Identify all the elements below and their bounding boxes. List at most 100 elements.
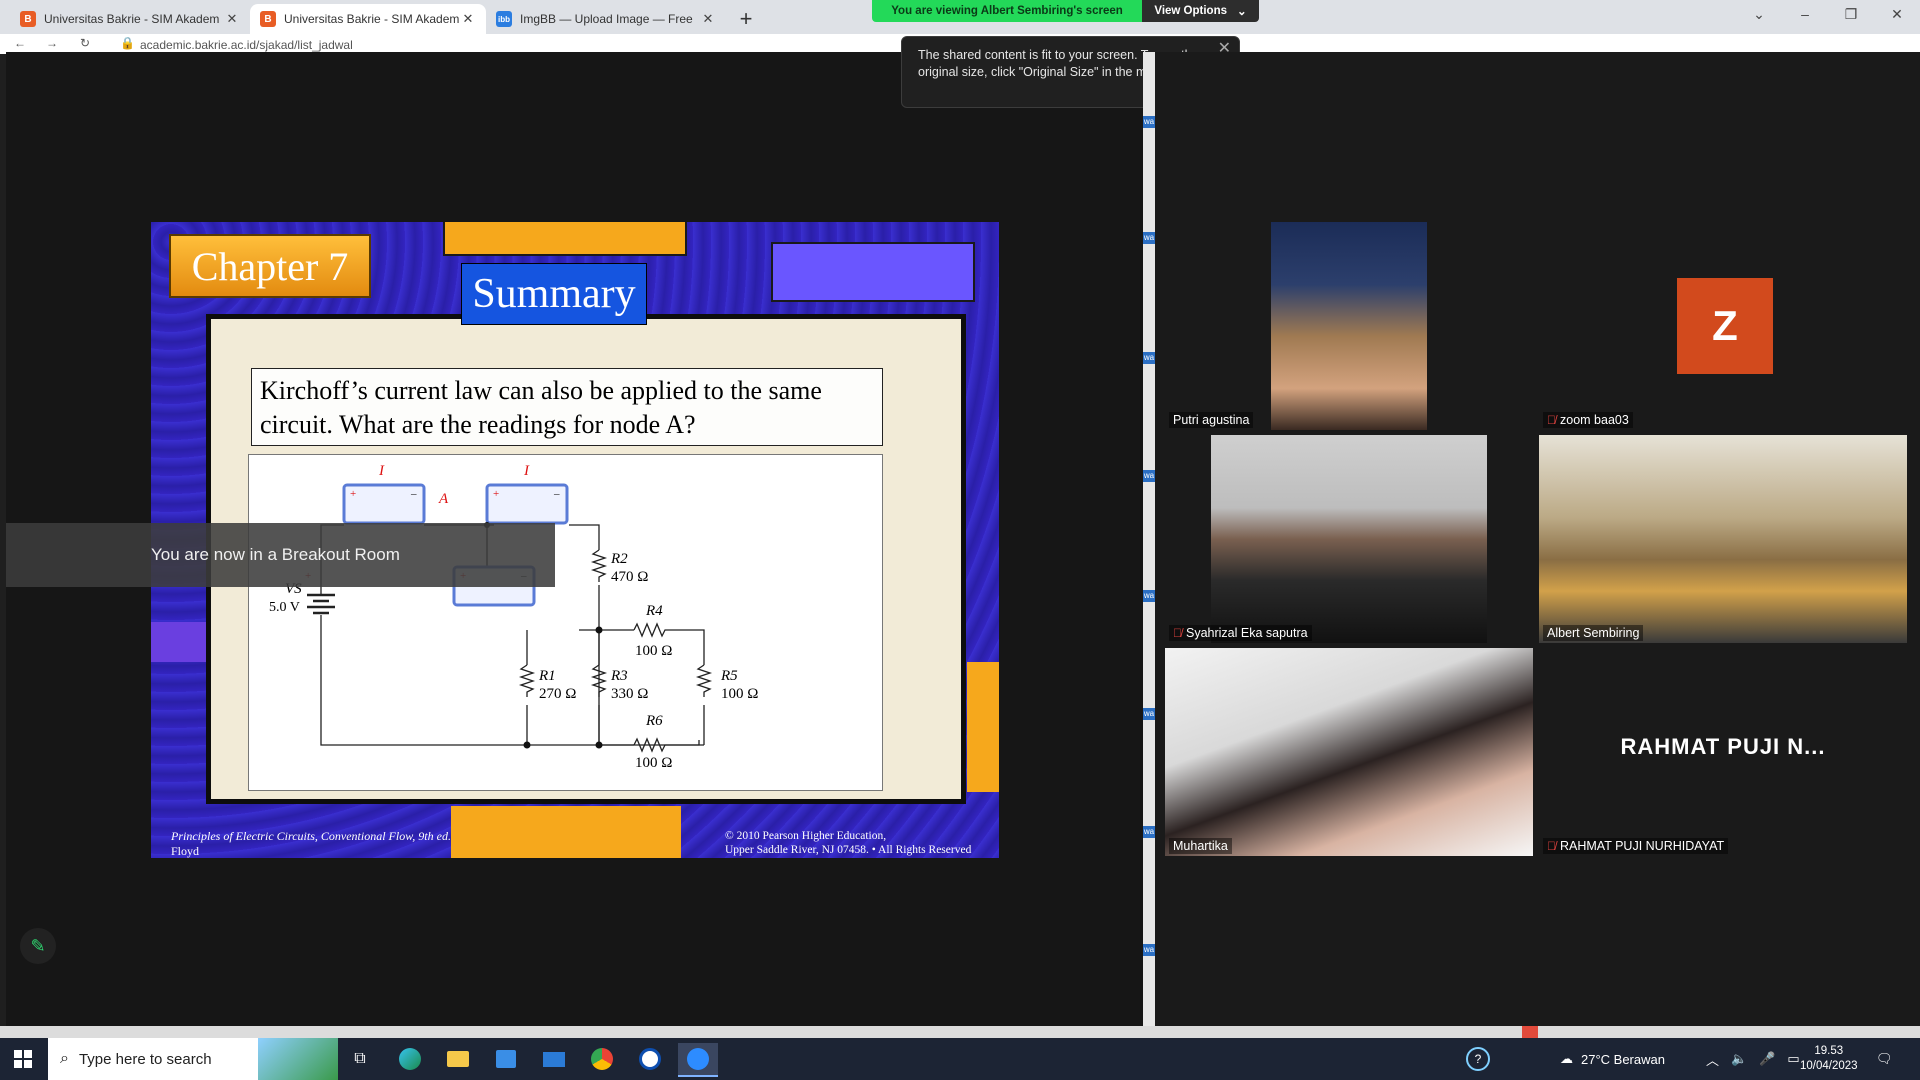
chrome-icon[interactable] xyxy=(582,1043,622,1075)
decorative-purple-block xyxy=(771,242,975,302)
help-icon[interactable]: ? xyxy=(1466,1038,1490,1080)
decorative-orange-block xyxy=(443,222,687,256)
close-tab-icon[interactable]: ✕ xyxy=(460,11,476,27)
resistor-value: 100 Ω xyxy=(635,755,672,771)
windows-start-icon[interactable] xyxy=(0,1038,46,1080)
bakrie-favicon-icon: B xyxy=(260,11,276,27)
zoom-app-icon[interactable] xyxy=(678,1043,718,1077)
participant-name: Muhartika xyxy=(1173,839,1228,853)
view-options-label: View Options xyxy=(1154,5,1227,17)
browser-tab-2[interactable]: B Universitas Bakrie - SIM Akadem ✕ xyxy=(250,4,486,34)
tab-search-icon[interactable]: ⌄ xyxy=(1744,6,1774,23)
ammeter-1: + – xyxy=(342,483,426,525)
participant-tile[interactable]: 🎙̸ Syahrizal Eka saputra xyxy=(1165,435,1533,643)
participant-tile[interactable]: Muhartika xyxy=(1165,648,1533,856)
svg-text:+: + xyxy=(493,488,499,500)
participant-video xyxy=(1271,222,1427,430)
system-tray-icons: ︿ 🔈 🎤 ▭ xyxy=(1706,1038,1800,1080)
reload-icon[interactable]: ↻ xyxy=(80,36,90,50)
slide-heading: Summary xyxy=(461,263,647,325)
close-tab-icon[interactable]: ✕ xyxy=(224,11,240,27)
back-icon[interactable]: ← xyxy=(14,36,26,50)
side-strip-badge: wa xyxy=(1143,708,1155,720)
side-strip-badge: wa xyxy=(1143,470,1155,482)
participant-name: RAHMAT PUJI NURHIDAYAT xyxy=(1560,839,1725,853)
restore-window-icon[interactable]: ❐ xyxy=(1836,6,1866,23)
file-explorer-icon[interactable] xyxy=(438,1043,478,1075)
edge-icon[interactable] xyxy=(390,1043,430,1075)
current-label: I xyxy=(378,463,385,479)
side-strip-badge: wa xyxy=(1143,826,1155,838)
teamviewer-icon[interactable] xyxy=(630,1043,670,1075)
svg-text:–: – xyxy=(410,488,417,500)
circuit-diagram: + VS 5.0 V +– +– +– I I A R2 xyxy=(248,454,883,791)
mic-muted-icon: 🎙̸ xyxy=(1547,839,1556,853)
source-value: 5.0 V xyxy=(269,600,300,615)
footer-book-title: Principles of Electric Circuits, Convent… xyxy=(171,829,451,843)
participant-tile[interactable]: RAHMAT PUJI N... 🎙̸ RAHMAT PUJI NURHIDAY… xyxy=(1539,648,1907,856)
mail-icon[interactable] xyxy=(534,1043,574,1075)
participant-name: zoom baa03 xyxy=(1560,413,1629,427)
forward-icon[interactable]: → xyxy=(46,36,58,50)
side-strip-badge: wa xyxy=(1143,590,1155,602)
notifications-icon[interactable]: 🗨 xyxy=(1876,1038,1893,1080)
breakout-room-text: You are now in a Breakout Room xyxy=(151,545,400,564)
participant-name-tag: 🎙̸ RAHMAT PUJI NURHIDAYAT xyxy=(1543,838,1729,854)
footer-author: Floyd xyxy=(171,844,200,858)
tab-title: Universitas Bakrie - SIM Akadem xyxy=(44,12,220,26)
minimize-window-icon[interactable]: – xyxy=(1790,6,1820,22)
browser-tab-1[interactable]: B Universitas Bakrie - SIM Akadem ✕ xyxy=(10,4,250,34)
participant-name-tag: Muhartika xyxy=(1169,838,1232,854)
resistor-value: 100 Ω xyxy=(635,643,672,659)
decorative-orange-block xyxy=(451,806,681,858)
microphone-icon[interactable]: 🎤 xyxy=(1759,1051,1775,1067)
speaker-icon[interactable]: 🔈 xyxy=(1731,1051,1747,1067)
resistor-name: R1 xyxy=(538,668,556,684)
close-window-icon[interactable]: ✕ xyxy=(1882,6,1912,23)
ammeter-2: + – xyxy=(485,483,569,525)
browser-tab-3[interactable]: ibb ImgBB — Upload Image — Free ✕ xyxy=(486,4,726,34)
microsoft-store-icon[interactable] xyxy=(486,1043,526,1075)
participant-name-tag: 🎙̸ zoom baa03 xyxy=(1543,412,1633,428)
decorative-orange-block xyxy=(967,662,999,792)
participant-tile[interactable]: Z 🎙̸ zoom baa03 xyxy=(1539,222,1907,430)
resistor-value: 330 Ω xyxy=(611,686,648,702)
participant-tile[interactable]: Putri agustina xyxy=(1165,222,1533,430)
mic-muted-icon: 🎙̸ xyxy=(1547,413,1556,427)
network-icon[interactable]: ▭ xyxy=(1787,1051,1799,1067)
current-label: I xyxy=(523,463,530,479)
share-divider-bar[interactable] xyxy=(1143,52,1155,1026)
annotate-pencil-icon[interactable]: ✎ xyxy=(20,928,56,964)
avatar: Z xyxy=(1677,278,1773,374)
taskbar-search-input[interactable]: ⌕ Type here to search xyxy=(48,1038,338,1080)
side-strip-badge: wa xyxy=(1143,116,1155,128)
address-bar[interactable]: academic.bakrie.ac.id/sjakad/list_jadwal xyxy=(140,38,353,52)
cloud-icon: ☁ xyxy=(1560,1051,1573,1066)
bakrie-favicon-icon: B xyxy=(20,11,36,27)
participant-tile-active-speaker[interactable]: Albert Sembiring xyxy=(1539,435,1907,643)
tab-title: ImgBB — Upload Image — Free xyxy=(520,12,693,26)
svg-text:+: + xyxy=(350,488,356,500)
share-banner-text: You are viewing Albert Sembiring's scree… xyxy=(872,0,1142,22)
task-view-icon[interactable]: ⧉ xyxy=(340,1043,380,1075)
view-options-button[interactable]: View Options ⌄ xyxy=(1142,0,1259,22)
footer-copyright-line2: Upper Saddle River, NJ 07458. • All Righ… xyxy=(725,844,972,856)
svg-text:–: – xyxy=(553,488,560,500)
new-tab-button[interactable]: + xyxy=(734,6,758,32)
search-icon: ⌕ xyxy=(60,1050,69,1067)
resistor-value: 100 Ω xyxy=(721,686,758,702)
tab-title: Universitas Bakrie - SIM Akadem xyxy=(284,12,460,26)
participant-name-tag: Putri agustina xyxy=(1169,412,1254,428)
slide-footer-right: © 2010 Pearson Higher Education, Upper S… xyxy=(725,829,971,857)
close-tab-icon[interactable]: ✕ xyxy=(700,11,716,27)
weather-widget[interactable]: ☁ 27°C Berawan xyxy=(1560,1038,1665,1080)
slide-question: Kirchoff’s current law can also be appli… xyxy=(251,368,883,446)
clock-date: 10/04/2023 xyxy=(1800,1060,1858,1072)
side-strip-badge: wa xyxy=(1143,232,1155,244)
clock[interactable]: 19.53 10/04/2023 xyxy=(1800,1038,1858,1080)
chevron-up-icon[interactable]: ︿ xyxy=(1706,1050,1719,1069)
recording-indicator-icon xyxy=(1522,1026,1538,1038)
footer-copyright-line1: © 2010 Pearson Higher Education, xyxy=(725,830,887,842)
resistor-name: R6 xyxy=(645,713,663,729)
side-strip-badge: wa xyxy=(1143,944,1155,956)
